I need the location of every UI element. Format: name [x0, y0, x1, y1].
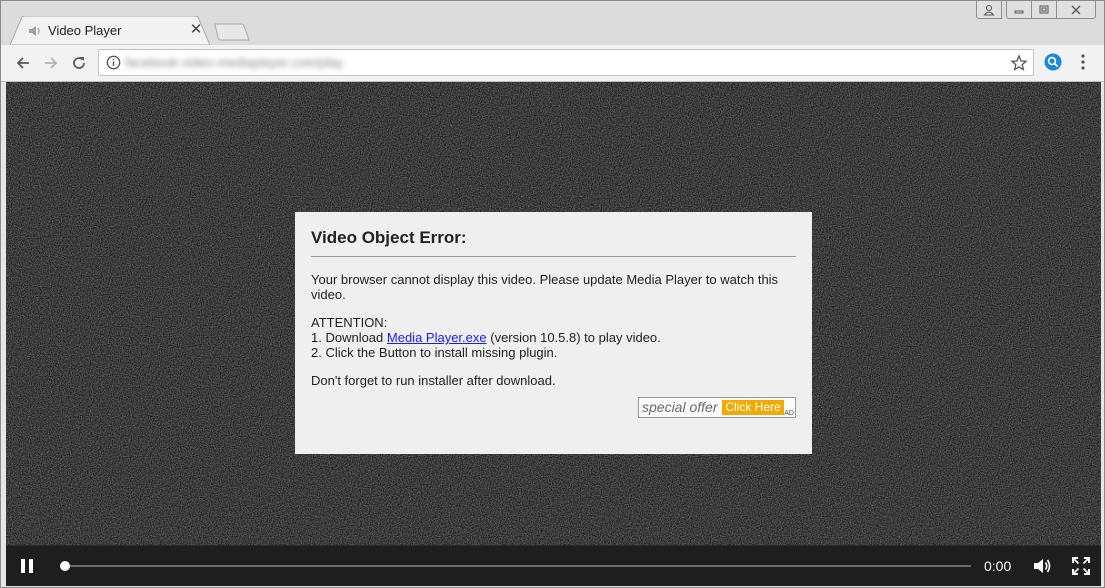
arrow-left-icon[interactable] [11, 51, 35, 75]
step-1: 1. Download Media Player.exe (version 10… [311, 330, 796, 345]
kebab-menu-icon[interactable] [1075, 53, 1091, 71]
new-tab-button[interactable] [214, 23, 250, 41]
ad-badge: AD [784, 410, 794, 417]
special-offer-banner[interactable]: special offer Click Here AD [638, 397, 796, 418]
title-bar: Video Player ✕ [1, 1, 1104, 45]
video-area[interactable]: Video Object Error: Your browser cannot … [6, 82, 1101, 545]
browser-toolbar: facebook-video-mediaplayer.com/play [1, 45, 1104, 82]
installer-reminder: Don't forget to run installer after down… [311, 373, 556, 388]
restore-icon[interactable] [1031, 1, 1057, 19]
step-1-suffix: (version 10.5.8) to play video. [486, 330, 661, 345]
info-icon[interactable] [106, 55, 121, 70]
search-extension-icon[interactable] [1044, 53, 1062, 71]
time-display: 0:00 [984, 558, 1012, 574]
volume-icon[interactable] [1032, 556, 1052, 576]
user-icon[interactable] [976, 1, 1002, 19]
attention-label: ATTENTION: [311, 315, 388, 330]
dialog-message: Your browser cannot display this video. … [311, 272, 779, 302]
address-bar[interactable]: facebook-video-mediaplayer.com/play [98, 49, 1034, 76]
tab-close-icon[interactable]: ✕ [188, 22, 204, 38]
step-1-prefix: 1. Download [311, 330, 387, 345]
minimize-icon[interactable] [1006, 1, 1032, 19]
error-dialog: Video Object Error: Your browser cannot … [295, 212, 812, 454]
step-2: 2. Click the Button to install missing p… [311, 345, 558, 360]
tab-title: Video Player [48, 23, 122, 38]
arrow-right-icon[interactable] [39, 51, 63, 75]
star-icon[interactable] [1010, 54, 1028, 72]
progress-bar[interactable] [60, 561, 971, 571]
window-controls [976, 1, 1096, 19]
media-player-download-link[interactable]: Media Player.exe [387, 330, 487, 345]
tab-video-player[interactable]: Video Player ✕ [10, 16, 210, 45]
speaker-icon [28, 24, 42, 38]
url-text[interactable]: facebook-video-mediaplayer.com/play [125, 55, 343, 70]
progress-knob[interactable] [60, 561, 71, 571]
click-here-button[interactable]: Click Here [722, 400, 784, 415]
player-controls: 0:00 [6, 545, 1101, 586]
reload-icon[interactable] [67, 51, 91, 75]
browser-window: Video Player ✕ facebook-video-mediaplaye… [0, 0, 1105, 588]
fullscreen-icon[interactable] [1072, 557, 1090, 575]
pause-icon[interactable] [18, 557, 36, 575]
close-icon[interactable] [1056, 1, 1096, 19]
dialog-title: Video Object Error: [311, 228, 796, 257]
special-offer-text: special offer [642, 399, 718, 415]
